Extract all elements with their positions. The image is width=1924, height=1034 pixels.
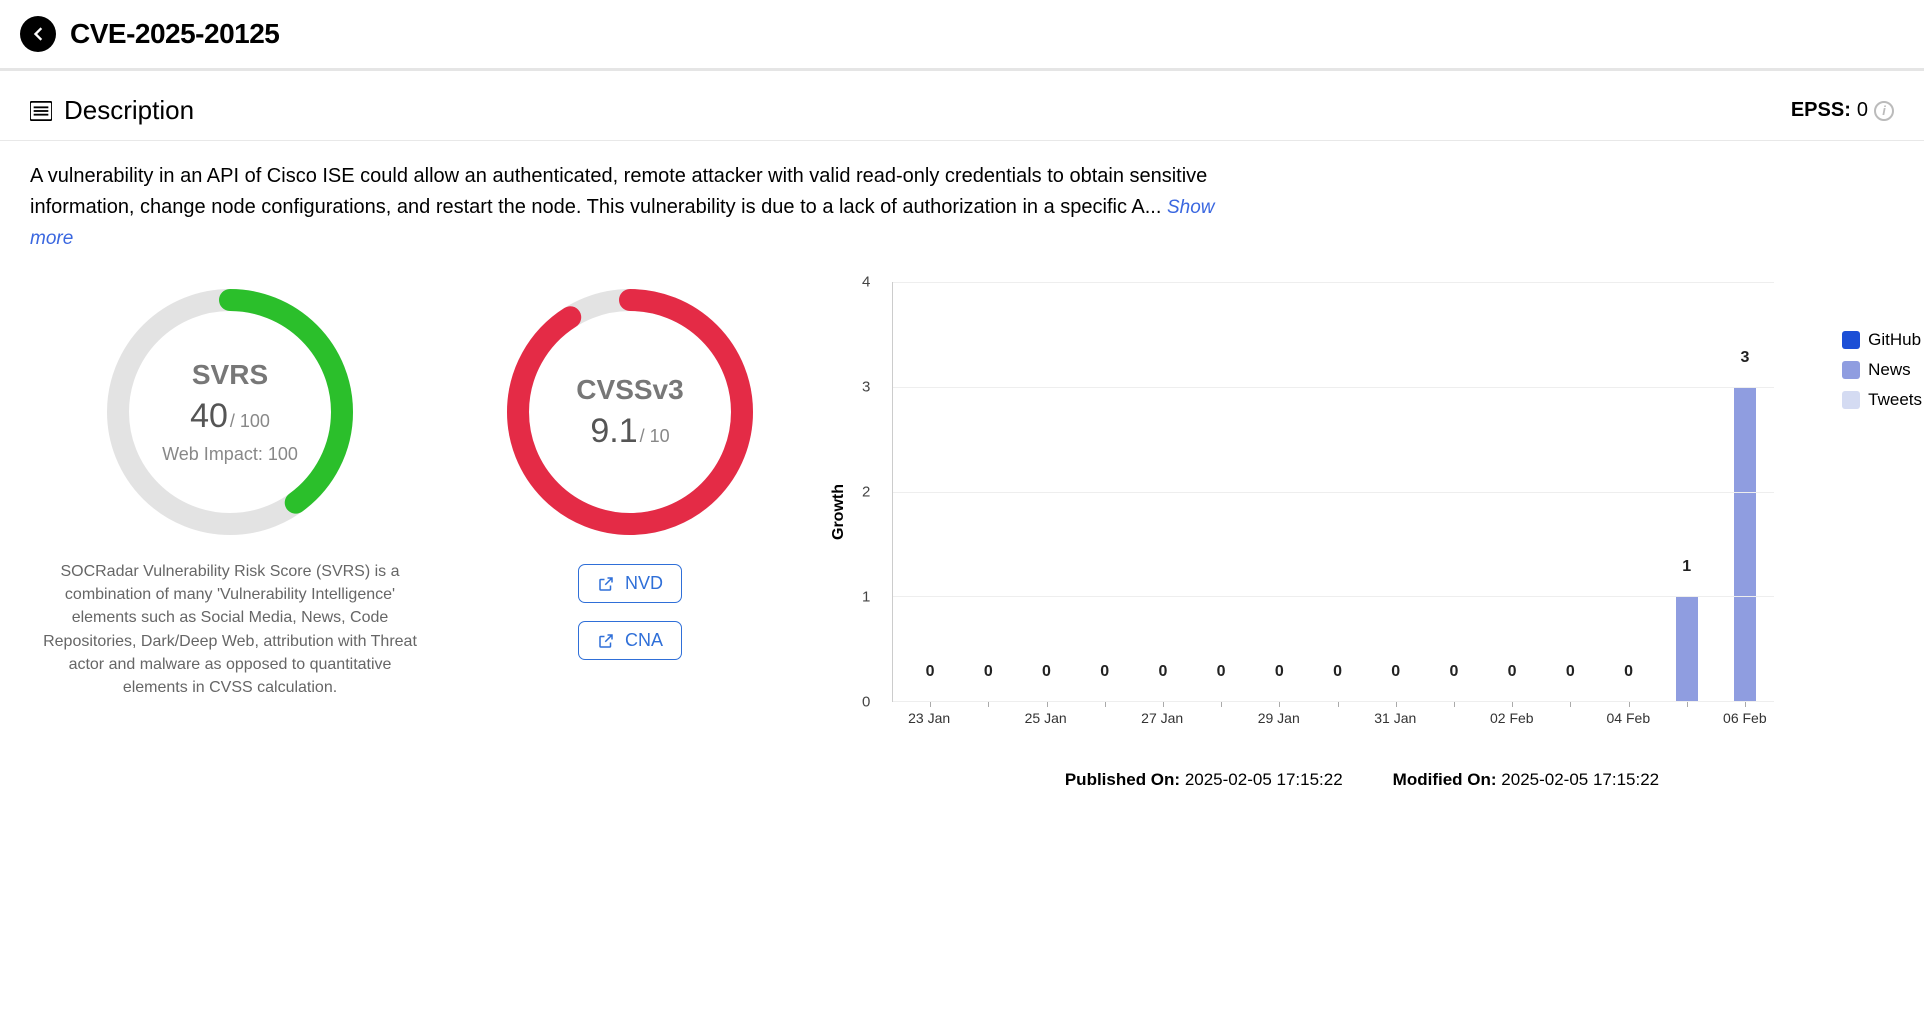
cvss-max: / 10 bbox=[640, 426, 670, 447]
epss-label: EPSS: bbox=[1791, 99, 1851, 122]
legend-item[interactable]: News bbox=[1842, 360, 1922, 380]
description-header: Description EPSS: 0 i bbox=[0, 71, 1924, 141]
svrs-panel: SVRS 40 / 100 Web Impact: 100 SOCRadar V… bbox=[30, 272, 430, 699]
svrs-ring: SVRS 40 / 100 Web Impact: 100 bbox=[100, 282, 360, 542]
svrs-score: 40 / 100 bbox=[190, 397, 270, 436]
x-tick: 29 Jan bbox=[1250, 710, 1308, 752]
bar-value-label: 0 bbox=[1042, 663, 1051, 681]
legend-label: GitHub bbox=[1868, 330, 1921, 350]
y-tick: 4 bbox=[862, 274, 870, 291]
modified-date: Modified On: 2025-02-05 17:15:22 bbox=[1393, 770, 1659, 790]
cvss-value: 9.1 bbox=[590, 412, 637, 451]
y-axis-label: Growth bbox=[830, 484, 848, 540]
x-tick: 06 Feb bbox=[1716, 710, 1774, 752]
cna-label: CNA bbox=[625, 630, 663, 651]
external-link-icon bbox=[597, 632, 615, 650]
bar-value-label: 0 bbox=[984, 663, 993, 681]
svrs-value: 40 bbox=[190, 397, 228, 436]
chart-legend: GitHub News Tweets bbox=[1842, 330, 1922, 410]
x-tick: 23 Jan bbox=[900, 710, 958, 752]
cvss-ring: CVSSv3 9.1 / 10 bbox=[500, 282, 760, 542]
page-title: CVE-2025-20125 bbox=[70, 18, 279, 50]
cvss-panel: CVSSv3 9.1 / 10 NVD CNA bbox=[440, 272, 820, 660]
svrs-caption: SOCRadar Vulnerability Risk Score (SVRS)… bbox=[40, 560, 420, 699]
description-title-group: Description bbox=[30, 95, 194, 126]
published-date: Published On: 2025-02-05 17:15:22 bbox=[1065, 770, 1343, 790]
legend-label: News bbox=[1868, 360, 1911, 380]
bar[interactable] bbox=[1734, 387, 1756, 701]
section-title: Description bbox=[64, 95, 194, 126]
bar-value-label: 1 bbox=[1682, 558, 1691, 576]
growth-chart-panel: Growth 0 1 2 3 4 0 0 0 0 0 0 0 0 0 0 0 0 0 1 3 23 Jan24 Ja… bbox=[830, 272, 1894, 790]
legend-swatch bbox=[1842, 391, 1860, 409]
bar-value-label: 0 bbox=[1449, 663, 1458, 681]
bar[interactable] bbox=[1676, 596, 1698, 701]
cvss-score: 9.1 / 10 bbox=[590, 412, 669, 451]
plot-area: 0 1 2 3 4 0 0 0 0 0 0 0 0 0 0 0 0 0 1 3 23 Jan24 Jan25 Jan… bbox=[852, 272, 1774, 752]
description-content: A vulnerability in an API of Cisco ISE c… bbox=[30, 165, 1207, 218]
external-link-icon bbox=[597, 575, 615, 593]
modified-label: Modified On: bbox=[1393, 770, 1497, 789]
growth-chart: Growth 0 1 2 3 4 0 0 0 0 0 0 0 0 0 0 0 0 0 1 3 23 Jan24 Ja… bbox=[830, 272, 1774, 752]
modified-value: 2025-02-05 17:15:22 bbox=[1501, 770, 1659, 789]
bar-value-label: 0 bbox=[1217, 663, 1226, 681]
epss-score: EPSS: 0 i bbox=[1791, 99, 1894, 122]
back-button[interactable] bbox=[20, 16, 56, 52]
bar-value-label: 0 bbox=[1158, 663, 1167, 681]
bar-value-label: 0 bbox=[926, 663, 935, 681]
y-tick: 1 bbox=[862, 589, 870, 606]
x-tick: 25 Jan bbox=[1017, 710, 1075, 752]
svrs-max: / 100 bbox=[230, 411, 270, 432]
list-icon bbox=[30, 101, 52, 121]
arrow-left-icon bbox=[28, 24, 48, 44]
legend-swatch bbox=[1842, 331, 1860, 349]
info-icon[interactable]: i bbox=[1874, 101, 1894, 121]
x-tick: 31 Jan bbox=[1366, 710, 1424, 752]
bar-value-label: 0 bbox=[1100, 663, 1109, 681]
legend-label: Tweets bbox=[1868, 390, 1922, 410]
dates-row: Published On: 2025-02-05 17:15:22 Modifi… bbox=[1065, 770, 1659, 790]
bar-value-label: 0 bbox=[1275, 663, 1284, 681]
svrs-label: SVRS bbox=[192, 359, 268, 391]
y-tick: 0 bbox=[862, 694, 870, 711]
description-text: A vulnerability in an API of Cisco ISE c… bbox=[0, 141, 1250, 262]
bar-value-label: 0 bbox=[1508, 663, 1517, 681]
bar-value-label: 0 bbox=[1333, 663, 1342, 681]
y-tick: 2 bbox=[862, 484, 870, 501]
y-tick: 3 bbox=[862, 379, 870, 396]
x-axis: 23 Jan24 Jan25 Jan26 Jan27 Jan28 Jan29 J… bbox=[892, 702, 1774, 752]
bar-value-label: 3 bbox=[1740, 349, 1749, 367]
svrs-center: SVRS 40 / 100 Web Impact: 100 bbox=[100, 282, 360, 542]
x-tick: 04 Feb bbox=[1599, 710, 1657, 752]
published-value: 2025-02-05 17:15:22 bbox=[1185, 770, 1343, 789]
external-links: NVD CNA bbox=[578, 564, 682, 660]
cvss-center: CVSSv3 9.1 / 10 bbox=[500, 282, 760, 542]
cna-link[interactable]: CNA bbox=[578, 621, 682, 660]
bar-value-label: 0 bbox=[1624, 663, 1633, 681]
x-tick: 27 Jan bbox=[1133, 710, 1191, 752]
epss-value: 0 bbox=[1857, 99, 1868, 122]
dashboard-row: SVRS 40 / 100 Web Impact: 100 SOCRadar V… bbox=[0, 262, 1924, 790]
legend-item[interactable]: GitHub bbox=[1842, 330, 1922, 350]
chart-wrap: Growth 0 1 2 3 4 0 0 0 0 0 0 0 0 0 0 0 0 0 1 3 23 Jan24 Ja… bbox=[830, 272, 1894, 752]
x-tick: 02 Feb bbox=[1483, 710, 1541, 752]
title-bar: CVE-2025-20125 bbox=[0, 0, 1924, 71]
nvd-label: NVD bbox=[625, 573, 663, 594]
cvss-label: CVSSv3 bbox=[576, 374, 683, 406]
bar-value-label: 0 bbox=[1566, 663, 1575, 681]
published-label: Published On: bbox=[1065, 770, 1180, 789]
legend-item[interactable]: Tweets bbox=[1842, 390, 1922, 410]
bar-value-label: 0 bbox=[1391, 663, 1400, 681]
plot-inner: 0 0 0 0 0 0 0 0 0 0 0 0 0 1 3 bbox=[892, 282, 1774, 702]
legend-swatch bbox=[1842, 361, 1860, 379]
nvd-link[interactable]: NVD bbox=[578, 564, 682, 603]
svrs-web-impact: Web Impact: 100 bbox=[162, 444, 298, 465]
